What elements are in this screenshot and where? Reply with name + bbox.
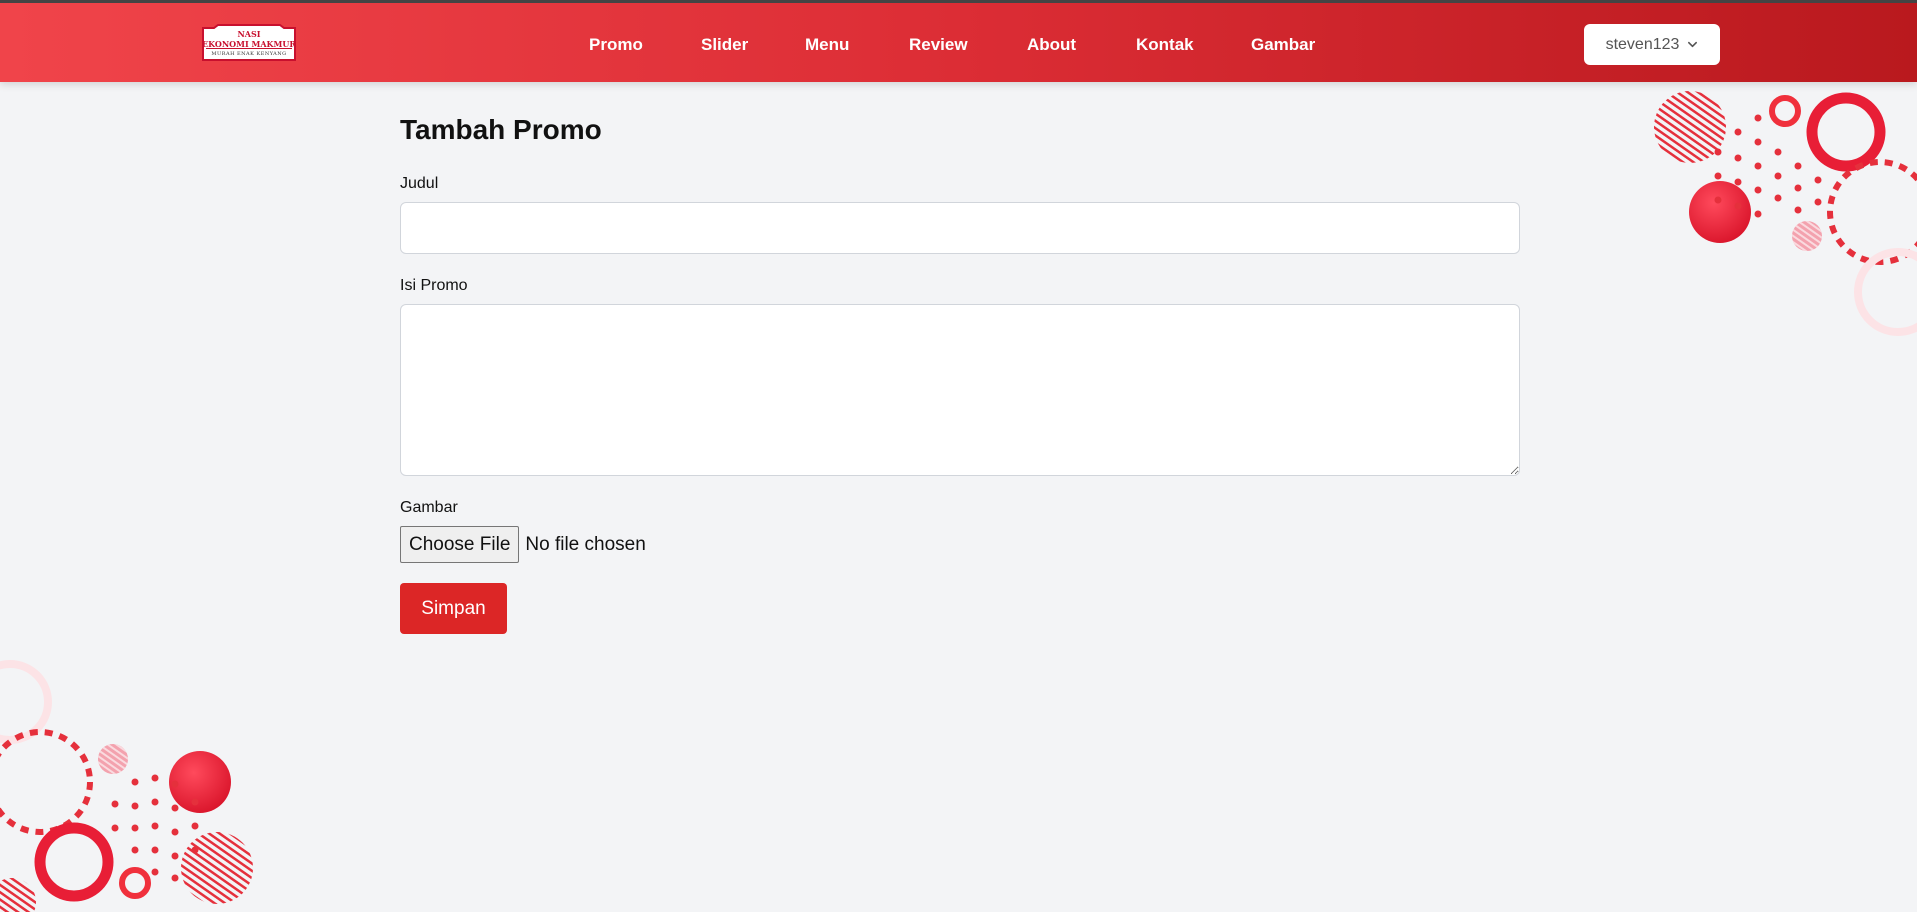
choose-file-button[interactable]: Choose File [400, 526, 520, 563]
chevron-down-icon [1688, 41, 1698, 48]
top-navbar: NASI EKONOMI MAKMUR MURAH ENAK KENYANG P… [0, 0, 1917, 82]
isi-promo-textarea[interactable] [400, 304, 1520, 476]
isi-promo-label: Isi Promo [400, 277, 468, 294]
nav-item-slider[interactable]: Slider [701, 35, 748, 55]
nav-item-review[interactable]: Review [909, 35, 968, 55]
file-status-text: No file chosen [525, 533, 646, 555]
logo-line-1: NASI [237, 29, 261, 39]
file-input[interactable]: Choose File No file chosen [400, 526, 646, 563]
nav-item-promo[interactable]: Promo [589, 35, 643, 55]
gambar-label: Gambar [400, 499, 458, 516]
simpan-button[interactable]: Simpan [400, 583, 507, 634]
page-title: Tambah Promo [400, 114, 602, 145]
decorative-circles-bottom-left [0, 660, 253, 912]
username-label: steven123 [1605, 35, 1680, 53]
nav-item-menu[interactable]: Menu [805, 35, 849, 55]
logo-line-3: MURAH ENAK KENYANG [211, 51, 287, 57]
nav-item-about[interactable]: About [1027, 35, 1076, 55]
judul-label: Judul [400, 175, 439, 192]
nav-item-gambar[interactable]: Gambar [1251, 35, 1315, 55]
user-menu-button[interactable]: steven123 [1584, 24, 1720, 65]
judul-input[interactable] [400, 202, 1520, 254]
brand-logo[interactable]: NASI EKONOMI MAKMUR MURAH ENAK KENYANG [200, 24, 298, 62]
decorative-circles-top-right [1654, 91, 1917, 336]
nav-item-kontak[interactable]: Kontak [1136, 35, 1194, 55]
logo-line-2: EKONOMI MAKMUR [202, 39, 296, 49]
